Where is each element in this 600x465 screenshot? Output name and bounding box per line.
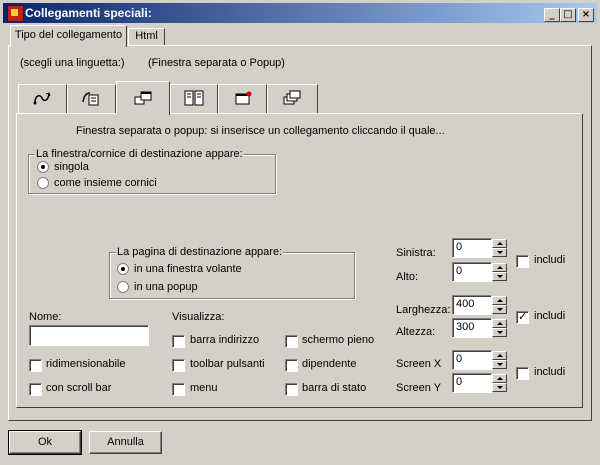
hint-choose: (scegli una linguetta:) (20, 57, 125, 69)
height-spin-up[interactable] (492, 319, 507, 328)
fullscreen-checkbox[interactable] (285, 335, 298, 348)
top-spin-up[interactable] (492, 263, 507, 272)
tab-link-type-2[interactable] (67, 84, 116, 114)
width-label: Larghezza: (396, 304, 451, 316)
include-size-checkbox[interactable] (516, 310, 529, 324)
top-input[interactable]: 0 (452, 262, 492, 282)
height-spin-down[interactable] (492, 328, 507, 337)
radio-popup-label: in una popup (134, 281, 198, 293)
title-bar[interactable]: Collegamenti speciali: _ □ × (3, 3, 597, 23)
radio-popup[interactable] (117, 281, 129, 293)
include-screen-label: includi (534, 366, 566, 378)
screen-y-label: Screen Y (396, 382, 442, 394)
address-bar-label: barra indirizzo (190, 334, 260, 346)
window-title: Collegamenti speciali: (25, 6, 152, 20)
radio-insieme-cornici[interactable] (37, 177, 49, 189)
statusbar-label: barra di stato (302, 382, 367, 394)
include-position-label: includi (534, 254, 566, 266)
screen-x-input[interactable]: 0 (452, 350, 492, 370)
close-button[interactable]: × (578, 8, 594, 22)
screen-x-label: Screen X (396, 358, 442, 370)
radio-finestra-volante[interactable] (117, 263, 129, 275)
screen-y-input[interactable]: 0 (452, 373, 492, 393)
dependent-checkbox[interactable] (285, 359, 298, 372)
visualizza-label: Visualizza: (172, 311, 225, 323)
resizable-label: ridimensionabile (46, 358, 126, 370)
tab-tipo-collegamento[interactable]: Tipo del collegamento (10, 25, 127, 47)
include-position-checkbox[interactable] (516, 255, 529, 268)
toolbar-label: toolbar pulsanti (190, 358, 265, 370)
tab-html[interactable]: Html (128, 28, 165, 46)
name-input[interactable] (29, 325, 149, 346)
menu-checkbox[interactable] (172, 383, 185, 396)
toolbar-checkbox[interactable] (172, 359, 185, 372)
layered-windows-icon (283, 90, 301, 105)
radio-insieme-cornici-label: come insieme cornici (54, 177, 157, 189)
frame-link-icon (82, 92, 99, 106)
dialog-window: Collegamenti speciali: _ □ × Tipo del co… (0, 0, 600, 465)
scrollbar-label: con scroll bar (46, 382, 112, 394)
name-label: Nome: (29, 311, 62, 323)
statusbar-checkbox[interactable] (285, 383, 298, 396)
radio-finestra-volante-label: in una finestra volante (134, 263, 242, 275)
fullscreen-label: schermo pieno (302, 334, 375, 346)
frames-grid-icon (184, 90, 204, 106)
window-target-icon (235, 91, 252, 105)
width-spin-down[interactable] (492, 305, 507, 314)
width-spinner[interactable] (492, 296, 507, 314)
screen-y-spinner[interactable] (492, 374, 507, 392)
left-input[interactable]: 0 (452, 238, 492, 258)
minimize-button[interactable]: _ (544, 8, 560, 22)
top-spin-down[interactable] (492, 272, 507, 281)
screen-y-spin-down[interactable] (492, 383, 507, 392)
ok-button[interactable]: Ok (8, 430, 82, 455)
screen-x-spin-up[interactable] (492, 351, 507, 360)
radio-singola[interactable] (37, 161, 49, 173)
height-input[interactable]: 300 (452, 318, 492, 338)
left-spinner[interactable] (492, 239, 507, 257)
frame-destination-legend: La finestra/cornice di destinazione appa… (35, 148, 244, 160)
description-text: Finestra separata o popup: si inserisce … (76, 125, 445, 137)
link-arrows-icon (33, 92, 51, 105)
include-size-label: includi (534, 310, 566, 322)
tab-link-type-4[interactable] (170, 84, 218, 114)
hint-selected: (Finestra separata o Popup) (148, 57, 285, 69)
radio-singola-label: singola (54, 161, 89, 173)
width-input[interactable]: 400 (452, 295, 492, 315)
left-spin-up[interactable] (492, 239, 507, 248)
screen-x-spinner[interactable] (492, 351, 507, 369)
width-spin-up[interactable] (492, 296, 507, 305)
popup-window-icon (134, 91, 152, 105)
cancel-button[interactable]: Annulla (89, 431, 162, 454)
scrollbar-checkbox[interactable] (29, 383, 42, 396)
dependent-label: dipendente (302, 358, 357, 370)
page-destination-legend: La pagina di destinazione appare: (116, 246, 284, 258)
screen-x-spin-down[interactable] (492, 360, 507, 369)
tab-link-type-5[interactable] (218, 84, 267, 114)
tab-link-type-3[interactable] (116, 81, 170, 115)
tab-link-type-1[interactable] (18, 84, 67, 114)
maximize-button[interactable]: □ (560, 8, 576, 22)
tab-link-type-6[interactable] (267, 84, 318, 114)
menu-label: menu (190, 382, 218, 394)
left-label: Sinistra: (396, 247, 436, 259)
address-bar-checkbox[interactable] (172, 335, 185, 348)
include-screen-checkbox[interactable] (516, 367, 529, 380)
top-spinner[interactable] (492, 263, 507, 281)
left-spin-down[interactable] (492, 248, 507, 257)
app-icon (7, 5, 24, 22)
screen-y-spin-up[interactable] (492, 374, 507, 383)
height-label: Altezza: (396, 326, 436, 338)
height-spinner[interactable] (492, 319, 507, 337)
resizable-checkbox[interactable] (29, 359, 42, 372)
top-label: Alto: (396, 271, 419, 283)
